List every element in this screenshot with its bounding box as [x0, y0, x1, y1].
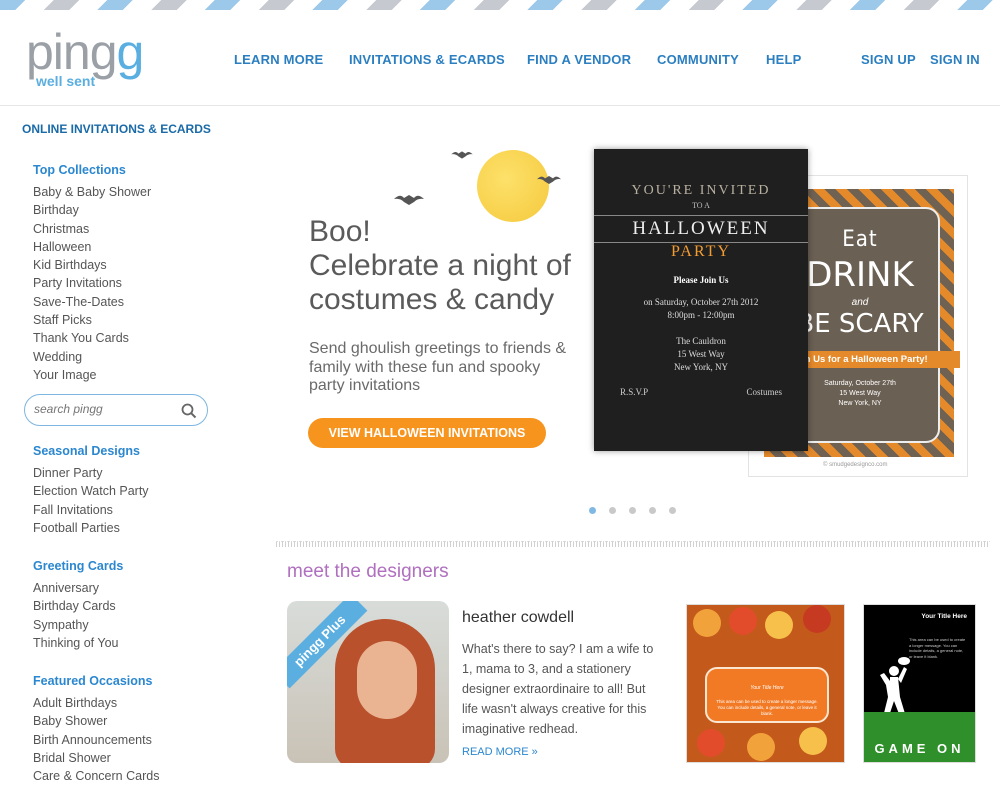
sidebar-link[interactable]: Dinner Party — [33, 464, 149, 482]
section-divider — [276, 541, 990, 547]
bat-icon — [537, 176, 561, 184]
decorative-top-stripe — [0, 0, 1000, 10]
sidebar-link[interactable]: Care & Concern Cards — [33, 767, 159, 785]
carousel-dot[interactable] — [669, 507, 676, 514]
invitation-card-halloween-party[interactable]: YOU'RE INVITED TO A HALLOWEEN PARTY Plea… — [594, 149, 808, 451]
nav-community[interactable]: COMMUNITY — [657, 52, 739, 67]
sidebar-link[interactable]: Bridal Shower — [33, 749, 159, 767]
carousel-dot[interactable] — [649, 507, 656, 514]
sidebar: ONLINE INVITATIONS & ECARDS Top Collecti… — [22, 122, 222, 783]
pingg-logo[interactable]: pingg well sent — [26, 27, 156, 90]
sidebar-link[interactable]: Baby Shower — [33, 712, 159, 730]
designer-photo[interactable]: pingg Plus — [287, 601, 449, 763]
read-more-link[interactable]: READ MORE » — [462, 746, 538, 758]
sidebar-link[interactable]: Thinking of You — [33, 634, 123, 652]
sidebar-link[interactable]: Birthday — [33, 201, 222, 219]
sidebar-link[interactable]: Christmas — [33, 220, 222, 238]
sidebar-link[interactable]: Football Parties — [33, 519, 149, 537]
top-collections-heading[interactable]: Top Collections — [33, 163, 222, 177]
greeting-heading[interactable]: Greeting Cards — [33, 559, 123, 573]
sidebar-link[interactable]: Save-The-Dates — [33, 293, 222, 311]
sidebar-link[interactable]: Baby & Baby Shower — [33, 183, 222, 201]
nav-invitations-ecards[interactable]: INVITATIONS & ECARDS — [349, 52, 505, 67]
designer-card-football[interactable]: Your Title Here This area can be used to… — [863, 604, 976, 763]
sidebar-link[interactable]: Birth Announcements — [33, 731, 159, 749]
logo-tagline: well sent — [36, 73, 96, 89]
sidebar-link[interactable]: Kid Birthdays — [33, 256, 222, 274]
sign-up-link[interactable]: SIGN UP — [861, 52, 916, 67]
nav-help[interactable]: HELP — [766, 52, 801, 67]
featured-heading[interactable]: Featured Occasions — [33, 674, 159, 688]
seasonal-heading[interactable]: Seasonal Designs — [33, 444, 149, 458]
featured-section: Featured Occasions Adult Birthdays Baby … — [33, 674, 159, 785]
sidebar-title: ONLINE INVITATIONS & ECARDS — [22, 122, 211, 136]
seasonal-section: Seasonal Designs Dinner Party Election W… — [33, 444, 149, 537]
sidebar-link[interactable]: Party Invitations — [33, 274, 222, 292]
bat-icon — [451, 151, 473, 159]
sidebar-link[interactable]: Halloween — [33, 238, 222, 256]
carousel-dot[interactable] — [629, 507, 636, 514]
sidebar-link[interactable]: Your Image — [33, 366, 222, 384]
view-halloween-invitations-button[interactable]: VIEW HALLOWEEN INVITATIONS — [308, 418, 546, 448]
site-header: pingg well sent LEARN MORE INVITATIONS &… — [0, 10, 1000, 106]
designer-bio: What's there to say? I am a wife to 1, m… — [462, 642, 654, 736]
moon-illustration — [477, 150, 549, 222]
search-icon[interactable] — [181, 403, 197, 419]
sidebar-link[interactable]: Birthday Cards — [33, 597, 123, 615]
nav-learn-more[interactable]: LEARN MORE — [234, 52, 323, 67]
sign-in-link[interactable]: SIGN IN — [930, 52, 980, 67]
sidebar-link[interactable]: Anniversary — [33, 579, 123, 597]
designer-name: heather cowdell — [462, 609, 575, 626]
hero-subtitle: Send ghoulish greetings to friends & fam… — [309, 340, 567, 394]
sidebar-link[interactable]: Adult Birthdays — [33, 694, 159, 712]
designers-section-title: meet the designers — [287, 561, 449, 582]
hero-title: Boo! Celebrate a night of costumes & can… — [309, 215, 571, 316]
greeting-section: Greeting Cards Anniversary Birthday Card… — [33, 559, 123, 652]
sidebar-link[interactable]: Fall Invitations — [33, 501, 149, 519]
sidebar-link[interactable]: Wedding — [33, 348, 222, 366]
designer-card-fall[interactable]: Your Title Here This area can be used to… — [686, 604, 845, 763]
top-collections-section: Top Collections Baby & Baby Shower Birth… — [33, 163, 222, 384]
sidebar-link[interactable]: Election Watch Party — [33, 482, 149, 500]
carousel-dot[interactable] — [589, 507, 596, 514]
search-box — [24, 394, 208, 426]
bat-icon — [394, 195, 424, 205]
carousel-dot[interactable] — [609, 507, 616, 514]
sidebar-link[interactable]: Staff Picks — [33, 311, 222, 329]
sidebar-link[interactable]: Thank You Cards — [33, 329, 222, 347]
nav-find-a-vendor[interactable]: FIND A VENDOR — [527, 52, 631, 67]
sidebar-link[interactable]: Sympathy — [33, 616, 123, 634]
search-input[interactable] — [34, 402, 174, 416]
